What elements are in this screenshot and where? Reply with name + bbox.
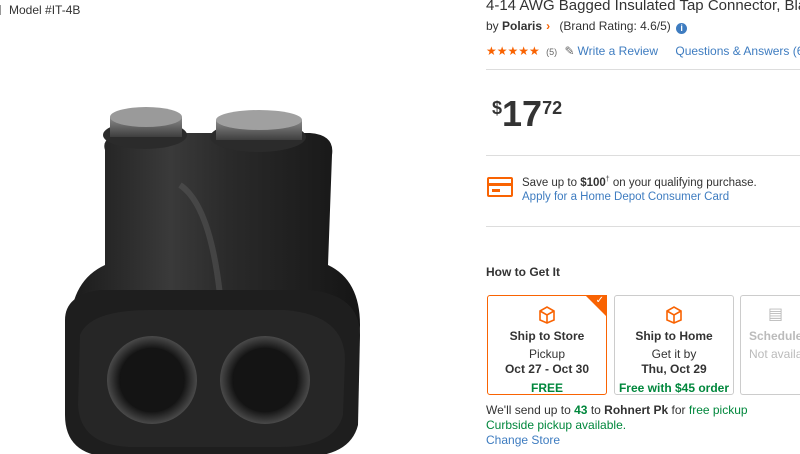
store-name: Rohnert Pk [604, 403, 669, 417]
brand-line: by Polaris › (Brand Rating: 4.6/5) i [486, 19, 688, 34]
price: $1772 [492, 96, 562, 132]
apply-card-link[interactable]: Apply for a Home Depot Consumer Card [522, 190, 757, 204]
price-currency: $ [492, 98, 503, 118]
note-qty: 43 [574, 403, 588, 417]
divider [486, 226, 800, 227]
info-icon[interactable]: i [676, 23, 688, 34]
questions-answers-link[interactable]: Questions & Answers (6 [675, 44, 800, 58]
model-number: Model #IT-4B [0, 3, 80, 17]
free-pickup-text: free pickup [688, 403, 748, 417]
note-mid: to [587, 403, 605, 417]
by-label: by [486, 19, 499, 33]
ship-to-home-option[interactable]: Ship to Home Get it by Thu, Oct 29 Free … [614, 295, 734, 395]
option-subtitle: Not availa [749, 347, 800, 361]
pickup-note: We'll send up to 43 to Rohnert Pk for fr… [486, 403, 748, 448]
star-rating[interactable]: ★★★★★ [486, 44, 540, 58]
option-subtitle: Get it by [651, 347, 697, 361]
option-price: FREE [530, 381, 563, 395]
write-review-link[interactable]: ✎ Write a Review [564, 44, 658, 58]
review-count[interactable]: (5) [546, 47, 557, 57]
checkmark-icon: ✓ [595, 295, 604, 306]
pencil-icon: ✎ [564, 44, 575, 58]
divider [486, 69, 800, 70]
brand-link[interactable]: Polaris [502, 19, 542, 33]
change-store-link[interactable]: Change Store [486, 433, 748, 448]
option-title: Ship to Store [509, 329, 585, 343]
promo-prefix: Save up to [522, 176, 581, 189]
option-date: Thu, Oct 29 [641, 362, 707, 376]
model-number-text: Model #IT-4B [9, 3, 81, 17]
credit-card-icon [487, 177, 513, 197]
option-price: Free with $45 order [618, 381, 730, 395]
rating-row: ★★★★★ (5) ✎ Write a Review Questions & An… [486, 44, 800, 58]
divider [486, 155, 800, 156]
calendar-icon: ▤ [767, 306, 784, 323]
how-to-get-it-heading: How to Get It [486, 265, 560, 279]
option-title: Ship to Home [635, 329, 713, 343]
ship-to-store-option[interactable]: ✓ Ship to Store Pickup Oct 27 - Oct 30 F… [487, 295, 607, 395]
chevron-right-icon[interactable]: › [546, 19, 550, 33]
promo-suffix: on your qualifying purchase. [609, 176, 757, 189]
option-date: Oct 27 - Oct 30 [504, 362, 590, 376]
schedule-delivery-option[interactable]: ▤ Schedule Not availa [740, 295, 800, 395]
promo-amount: $100 [580, 176, 606, 189]
store-box-icon [539, 306, 555, 324]
option-subtitle: Pickup [528, 347, 566, 361]
divider [0, 5, 1, 15]
product-image[interactable] [60, 95, 460, 454]
write-review-label: Write a Review [577, 44, 659, 58]
option-title: Schedule [749, 329, 800, 343]
brand-rating: (Brand Rating: 4.6/5) [559, 19, 671, 33]
product-title: 4-14 AWG Bagged Insulated Tap Connector,… [486, 0, 800, 14]
note-prefix: We'll send up to [486, 403, 575, 417]
price-cents: 72 [542, 98, 563, 118]
card-promo: Save up to $100† on your qualifying purc… [522, 173, 757, 204]
curbside-note: Curbside pickup available. [486, 418, 627, 432]
price-dollars: 17 [502, 93, 543, 134]
box-icon [666, 306, 682, 324]
note-for: for [668, 403, 689, 417]
